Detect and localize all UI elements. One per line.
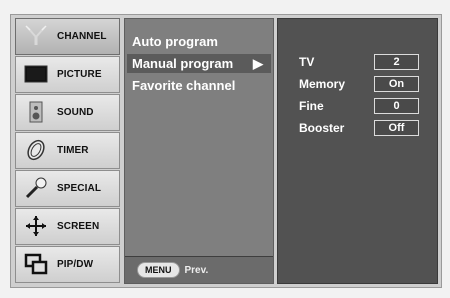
setting-row-tv[interactable]: TV 2 bbox=[299, 53, 425, 71]
submenu-item-manual-program[interactable]: Manual program ▶ bbox=[127, 54, 271, 73]
setting-value[interactable]: Off bbox=[374, 120, 419, 136]
submenu-item-label: Auto program bbox=[132, 34, 218, 49]
setting-label: Fine bbox=[299, 99, 324, 113]
setting-row-booster[interactable]: Booster Off bbox=[299, 119, 425, 137]
category-channel[interactable]: CHANNEL bbox=[15, 18, 120, 55]
play-arrow-icon: ▶ bbox=[253, 56, 263, 71]
setting-label: TV bbox=[299, 55, 315, 69]
submenu-item-label: Manual program bbox=[132, 56, 234, 71]
setting-value[interactable]: On bbox=[374, 76, 419, 92]
clock-icon bbox=[23, 137, 49, 163]
category-timer[interactable]: TIMER bbox=[15, 132, 120, 169]
category-label: PIP/DW bbox=[57, 258, 94, 270]
speaker-icon bbox=[23, 99, 49, 125]
submenu-item-label: Favorite channel bbox=[132, 78, 236, 93]
submenu-item-auto-program[interactable]: Auto program bbox=[127, 32, 271, 51]
setting-value[interactable]: 0 bbox=[374, 98, 419, 114]
pip-windows-icon bbox=[23, 251, 49, 277]
setting-row-fine[interactable]: Fine 0 bbox=[299, 97, 425, 115]
move-arrows-icon bbox=[23, 213, 49, 239]
submenu-footer: MENU Prev. bbox=[125, 256, 273, 283]
setting-value[interactable]: 2 bbox=[374, 54, 419, 70]
category-label: PICTURE bbox=[57, 68, 102, 80]
category-sound[interactable]: SOUND bbox=[15, 94, 120, 131]
setting-label: Booster bbox=[299, 121, 345, 135]
category-label: TIMER bbox=[57, 144, 89, 156]
category-menu: CHANNEL PICTURE SOUND TIMER SPECIAL SCRE… bbox=[15, 18, 120, 284]
category-label: SOUND bbox=[57, 106, 94, 118]
channel-submenu: Auto program Manual program ▶ Favorite c… bbox=[124, 18, 274, 284]
category-screen[interactable]: SCREEN bbox=[15, 208, 120, 245]
prev-hint: Prev. bbox=[184, 264, 209, 276]
wrench-icon bbox=[23, 175, 49, 201]
category-label: SPECIAL bbox=[57, 182, 102, 194]
category-picture[interactable]: PICTURE bbox=[15, 56, 120, 93]
setting-row-memory[interactable]: Memory On bbox=[299, 75, 425, 93]
category-special[interactable]: SPECIAL bbox=[15, 170, 120, 207]
manual-program-settings: TV 2 Memory On Fine 0 Booster Off bbox=[277, 18, 438, 284]
menu-button[interactable]: MENU bbox=[137, 262, 180, 278]
antenna-icon bbox=[23, 23, 49, 49]
category-label: SCREEN bbox=[57, 220, 100, 232]
setting-label: Memory bbox=[299, 77, 346, 91]
category-pip-dw[interactable]: PIP/DW bbox=[15, 246, 120, 283]
submenu-item-favorite-channel[interactable]: Favorite channel bbox=[127, 76, 271, 95]
category-label: CHANNEL bbox=[57, 30, 107, 42]
monitor-icon bbox=[23, 61, 49, 87]
